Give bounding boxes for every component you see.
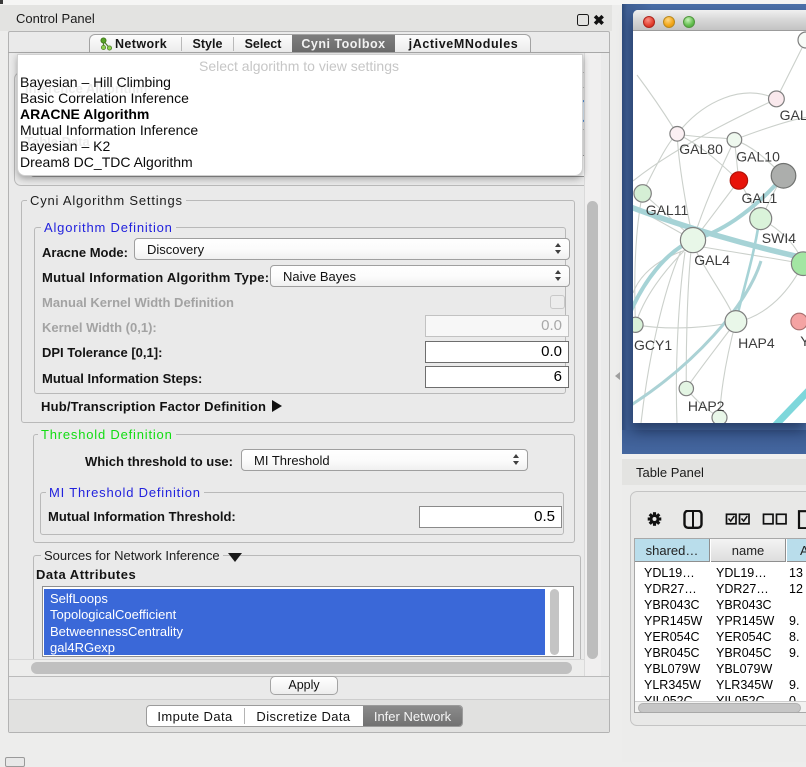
svg-text:HAP2: HAP2 bbox=[688, 398, 725, 414]
svg-text:GCY1: GCY1 bbox=[634, 337, 672, 353]
svg-text:GAL10: GAL10 bbox=[736, 149, 780, 165]
svg-text:GAL1: GAL1 bbox=[742, 190, 778, 206]
svg-text:GAL7: GAL7 bbox=[780, 107, 806, 123]
svg-text:GAL4: GAL4 bbox=[694, 252, 730, 268]
svg-text:HAP4: HAP4 bbox=[738, 335, 775, 351]
svg-text:Y: Y bbox=[800, 333, 806, 349]
svg-text:GAL11: GAL11 bbox=[646, 202, 689, 218]
svg-text:SWI4: SWI4 bbox=[762, 230, 796, 246]
svg-text:GAL80: GAL80 bbox=[679, 141, 723, 157]
